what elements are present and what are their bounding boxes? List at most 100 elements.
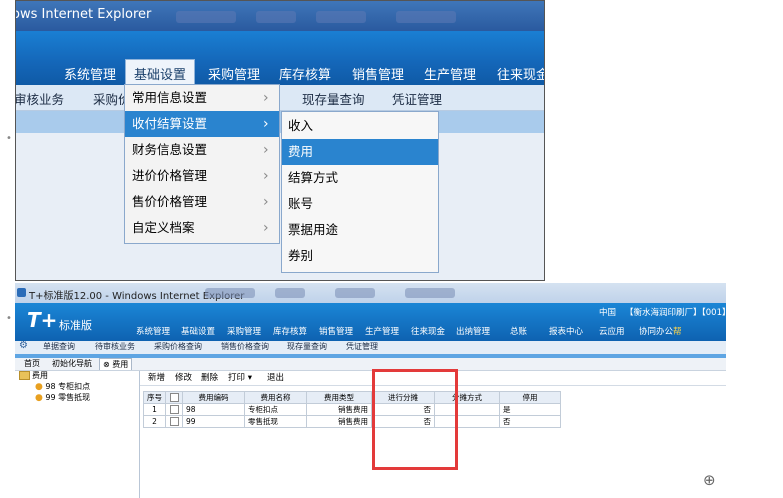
nav-item-system[interactable]: 系统管理 bbox=[136, 325, 170, 337]
blurred-region bbox=[335, 288, 375, 298]
subnav-review[interactable]: 审核业务 bbox=[16, 89, 64, 108]
tab-init-guide[interactable]: 初始化导航 bbox=[49, 358, 95, 369]
add-button[interactable]: 新增 bbox=[148, 371, 165, 383]
menu-item-finance-info[interactable]: 财务信息设置 › bbox=[125, 137, 279, 163]
gear-icon[interactable]: ⚙ bbox=[19, 340, 28, 351]
side-bullet: • bbox=[6, 313, 12, 324]
expense-table: 序号 费用编码 费用名称 费用类型 进行分摊 分摊方式 停用 1 98 专柜扣点… bbox=[143, 391, 561, 428]
col-type: 费用类型 bbox=[306, 391, 372, 404]
nav-item-cashier[interactable]: 出纳管理 bbox=[456, 325, 490, 337]
chevron-right-icon: › bbox=[263, 90, 269, 106]
help-mark: 帮 bbox=[673, 327, 682, 337]
payment-settings-submenu: 收入 费用 结算方式 账号 票据用途 券别 bbox=[281, 111, 439, 273]
tree-item[interactable]: ● 99 零售抵现 bbox=[35, 392, 90, 403]
nav-item-sales[interactable]: 销售管理 bbox=[352, 64, 404, 83]
blurred-region bbox=[396, 11, 456, 23]
menu-item-payment-settings[interactable]: 收付结算设置 › bbox=[125, 111, 279, 137]
nav-item-purchase[interactable]: 采购管理 bbox=[208, 64, 260, 83]
title-bar: T+标准版12.00 - Windows Internet Explorer bbox=[15, 283, 726, 303]
tree-root[interactable]: 费用 bbox=[19, 370, 48, 381]
print-button[interactable]: 打印 ▾ bbox=[228, 371, 252, 383]
subnav-sale-price[interactable]: 销售价格查询 bbox=[221, 341, 269, 352]
table-header-row: 序号 费用编码 费用名称 费用类型 进行分摊 分摊方式 停用 bbox=[143, 391, 561, 404]
nav-item-sales[interactable]: 销售管理 bbox=[319, 325, 353, 337]
chevron-right-icon: › bbox=[263, 168, 269, 184]
nav-item-production[interactable]: 生产管理 bbox=[424, 64, 476, 83]
nav-item-basic-settings[interactable]: 基础设置 bbox=[125, 59, 196, 87]
menu-item-custom-archive[interactable]: 自定义档案 › bbox=[125, 215, 279, 241]
subnav-voucher[interactable]: 凭证管理 bbox=[346, 341, 378, 352]
submenu-item-expense[interactable]: 费用 bbox=[282, 139, 438, 165]
nav-item-reports[interactable]: 报表中心 bbox=[549, 325, 583, 337]
zoom-in-icon[interactable]: ⊕ bbox=[703, 471, 716, 489]
nav-item-ledger[interactable]: 总账 bbox=[510, 325, 527, 337]
subnav-bill-query[interactable]: 单据查询 bbox=[43, 341, 75, 352]
nav-item-system[interactable]: 系统管理 bbox=[64, 64, 116, 83]
blurred-region bbox=[205, 288, 255, 298]
window-title: ows Internet Explorer bbox=[15, 7, 152, 22]
nav-item-collab[interactable]: 协同办公帮 bbox=[639, 325, 682, 337]
nav-item-inventory[interactable]: 库存核算 bbox=[279, 64, 331, 83]
col-select[interactable] bbox=[165, 391, 183, 404]
nav-item-purchase[interactable]: 采购管理 bbox=[227, 325, 261, 337]
menu-item-purchase-price[interactable]: 进价价格管理 › bbox=[125, 163, 279, 189]
subnav-stock-query[interactable]: 现存量查询 bbox=[287, 341, 327, 352]
company-label: 【衡水海润印刷厂】【001】 bbox=[625, 308, 726, 318]
tree-item[interactable]: ● 98 专柜扣点 bbox=[35, 381, 90, 392]
side-bullet: • bbox=[6, 133, 12, 144]
nav-item-production[interactable]: 生产管理 bbox=[365, 325, 399, 337]
menu-item-common-info[interactable]: 常用信息设置 › bbox=[125, 85, 279, 111]
top-screenshot: ows Internet Explorer 系统管理 基础设置 采购管理 库存核… bbox=[15, 0, 545, 281]
nav-item-cash[interactable]: 往来现金 bbox=[497, 64, 544, 83]
subnav-stock-query[interactable]: 现存量查询 bbox=[302, 89, 365, 108]
chevron-right-icon: › bbox=[263, 220, 269, 236]
app-icon bbox=[17, 288, 26, 297]
nav-item-inventory[interactable]: 库存核算 bbox=[273, 325, 307, 337]
submenu-item-account[interactable]: 账号 bbox=[282, 191, 438, 217]
edition-label: 标准版 bbox=[59, 319, 92, 332]
app-logo: T+ bbox=[27, 308, 58, 332]
highlight-box bbox=[372, 369, 458, 470]
chevron-right-icon: › bbox=[263, 194, 269, 210]
title-bar: ows Internet Explorer bbox=[15, 1, 544, 31]
nav-item-cash[interactable]: 往来现金 bbox=[411, 325, 445, 337]
col-name: 费用名称 bbox=[244, 391, 307, 404]
table-row[interactable]: 2 99 零售抵现 销售费用 否 否 bbox=[143, 415, 561, 428]
row-checkbox[interactable] bbox=[169, 417, 179, 427]
nav-item-cloud[interactable]: 云应用 bbox=[599, 325, 625, 337]
col-index: 序号 bbox=[143, 391, 166, 404]
exit-button[interactable]: 退出 bbox=[267, 371, 284, 383]
table-row[interactable]: 1 98 专柜扣点 销售费用 否 是 bbox=[143, 403, 561, 416]
basic-settings-menu: 常用信息设置 › 收付结算设置 › 财务信息设置 › 进价价格管理 › 售价价格… bbox=[124, 84, 280, 244]
blurred-region bbox=[176, 11, 236, 23]
col-code: 费用编码 bbox=[182, 391, 245, 404]
blurred-region bbox=[405, 288, 455, 298]
bottom-screenshot: T+标准版12.00 - Windows Internet Explorer T… bbox=[15, 283, 726, 498]
blurred-region bbox=[316, 11, 366, 23]
select-all-checkbox[interactable] bbox=[169, 393, 179, 403]
blurred-region bbox=[275, 288, 305, 298]
region-label: 中国 bbox=[599, 308, 617, 318]
subnav-voucher[interactable]: 凭证管理 bbox=[392, 89, 442, 108]
row-checkbox[interactable] bbox=[169, 405, 179, 415]
submenu-item-bill-usage[interactable]: 票据用途 bbox=[282, 217, 438, 243]
delete-button[interactable]: 删除 bbox=[201, 371, 218, 383]
subnav-pending-review[interactable]: 待审核业务 bbox=[95, 341, 135, 352]
blurred-region bbox=[256, 11, 296, 23]
submenu-item-voucher-type[interactable]: 券别 bbox=[282, 243, 438, 269]
chevron-right-icon: › bbox=[263, 142, 269, 158]
tab-home[interactable]: 首页 bbox=[21, 358, 43, 369]
edit-button[interactable]: 修改 bbox=[175, 371, 192, 383]
submenu-item-settlement[interactable]: 结算方式 bbox=[282, 165, 438, 191]
bullet-icon: ● bbox=[35, 382, 43, 392]
folder-icon bbox=[19, 371, 30, 380]
col-disabled: 停用 bbox=[499, 391, 561, 404]
nav-item-basic-settings[interactable]: 基础设置 bbox=[181, 325, 215, 337]
close-icon[interactable]: ⊗ bbox=[103, 360, 110, 369]
tab-expense[interactable]: ⊗ 费用 bbox=[99, 358, 133, 370]
subnav-purchase-price[interactable]: 采购价格查询 bbox=[154, 341, 202, 352]
chevron-right-icon: › bbox=[263, 116, 269, 132]
menu-item-sale-price[interactable]: 售价价格管理 › bbox=[125, 189, 279, 215]
submenu-item-income[interactable]: 收入 bbox=[282, 113, 438, 139]
bullet-icon: ● bbox=[35, 393, 43, 403]
